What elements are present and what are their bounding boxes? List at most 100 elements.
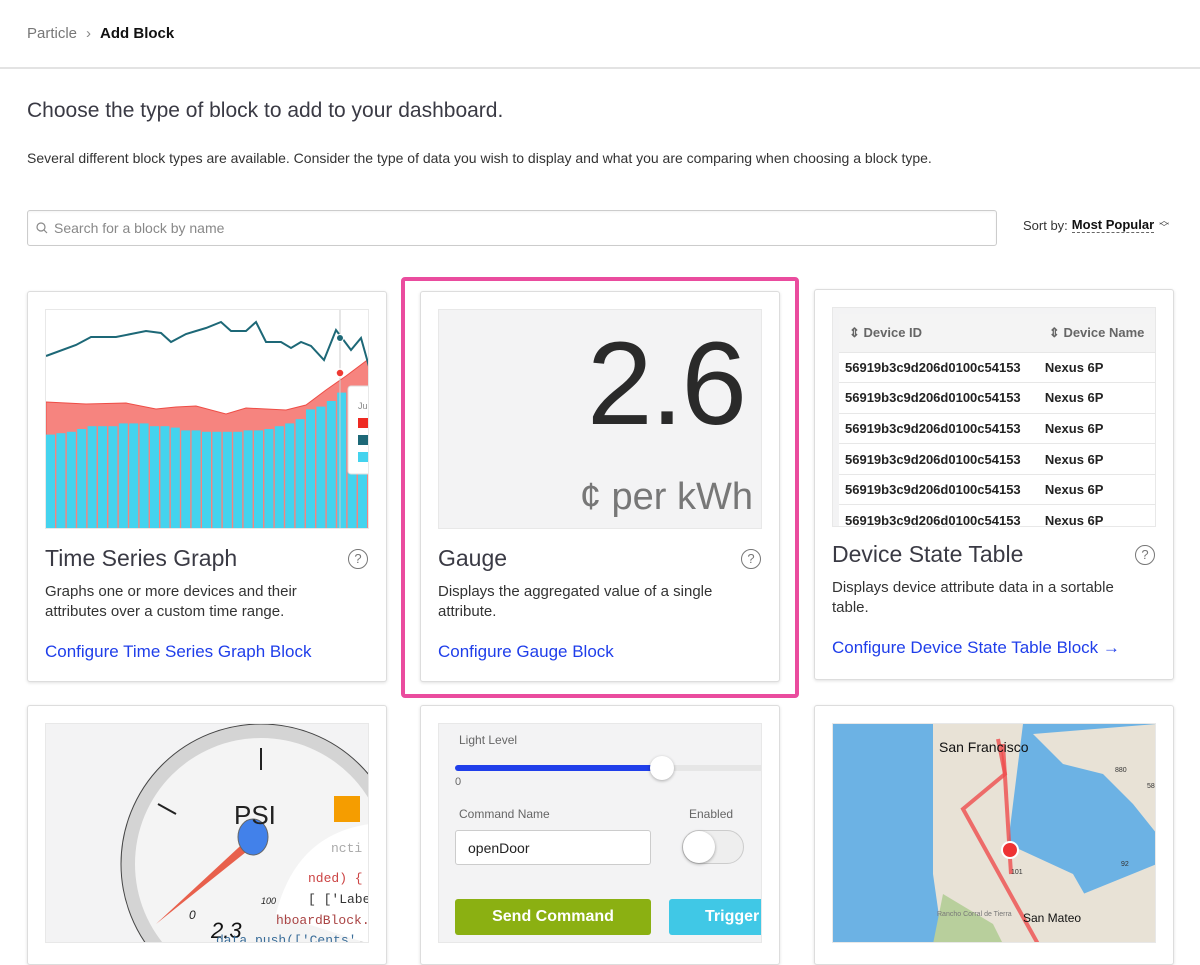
column-device-id[interactable]: ⇕ Device ID [839, 314, 1039, 352]
card-description: Graphs one or more devices and their att… [45, 583, 297, 620]
card-title: Device State Table [832, 541, 1024, 567]
code-line: [ ['Label [308, 892, 369, 907]
controls-preview: Light Level 0 Command Name openDoor Enab… [438, 723, 762, 943]
table-row: 56919b3c9d206d0100c54153 Nexus 6P [839, 504, 1155, 526]
table-row: 56919b3c9d206d0100c54153 Nexus 6P [839, 443, 1155, 475]
search-icon [36, 222, 48, 234]
preview-bar [264, 429, 274, 528]
device-table-preview: ⇕ Device ID ⇕ Device Name 56919b3c9d206d0… [832, 307, 1156, 527]
preview-bar [77, 429, 87, 528]
slider-label: Light Level [459, 733, 518, 747]
card-controls[interactable]: Light Level 0 Command Name openDoor Enab… [420, 705, 780, 965]
highway-label: 92 [1121, 861, 1129, 868]
code-line: ncti [331, 841, 362, 856]
help-icon[interactable]: ? [348, 549, 368, 569]
card-description: Displays device attribute data in a sort… [832, 579, 1114, 616]
time-series-preview: Ju [45, 309, 369, 529]
card-title: Time Series Graph [45, 545, 238, 571]
device-id-cell: 56919b3c9d206d0100c54153 [839, 473, 1039, 505]
command-name-input[interactable]: openDoor [455, 830, 651, 865]
device-name-cell: Nexus 6P [1038, 443, 1155, 475]
device-name-cell: Nexus 6P [1038, 504, 1155, 526]
card-device-state-table[interactable]: ⇕ Device ID ⇕ Device Name 56919b3c9d206d0… [814, 289, 1174, 680]
map-label: Rancho Corral de Tierra [937, 911, 1012, 918]
light-level-slider[interactable] [455, 756, 761, 780]
help-icon[interactable]: ? [1135, 545, 1155, 565]
preview-bar [98, 426, 107, 528]
code-line: data.push(['Cents' [216, 933, 356, 943]
column-device-name[interactable]: ⇕ Device Name [1038, 314, 1155, 352]
preview-bar [202, 431, 211, 528]
card-time-series-graph[interactable]: Ju Time Series Graph ? Graphs one or mor… [27, 291, 387, 682]
highway-label: 101 [1011, 869, 1023, 876]
slider-handle[interactable] [650, 756, 674, 780]
map-label: San Francisco [939, 739, 1029, 755]
breadcrumb-current: Add Block [100, 25, 175, 42]
preview-bar [66, 431, 76, 528]
table-row: 56919b3c9d206d0100c54153 Nexus 6P [839, 382, 1155, 414]
enabled-label: Enabled [689, 807, 734, 821]
map-label: San Mateo [1023, 911, 1081, 925]
device-id-cell: 56919b3c9d206d0100c54153 [839, 412, 1039, 444]
psi-gauge-image: PSI 0 100 2.3 ncti nded) { [ ['Label hbo… [120, 724, 369, 943]
map-preview: San Francisco San Mateo Rancho Corral de… [832, 723, 1156, 943]
slider-min: 0 [455, 776, 462, 788]
sort-value[interactable]: Most Popular [1071, 217, 1155, 233]
device-name-cell: Nexus 6P [1038, 351, 1155, 383]
preview-bar [222, 431, 232, 528]
breadcrumb-root-link[interactable]: Particle [27, 25, 77, 42]
preview-bar [254, 430, 263, 528]
intro-text: Several different block types are availa… [27, 150, 932, 166]
preview-bar [118, 423, 128, 528]
time-series-preview-image: Ju [46, 310, 368, 528]
configure-time-series-link[interactable]: Configure Time Series Graph Block [45, 642, 311, 662]
psi-label: PSI [234, 800, 276, 830]
preview-bar [181, 430, 191, 528]
preview-bar [87, 426, 97, 528]
trigger-button[interactable]: Trigger W [669, 899, 761, 935]
code-line: nded) { [308, 871, 363, 886]
preview-bar [160, 426, 170, 528]
card-psi-gauge[interactable]: PSI 0 100 2.3 ncti nded) { [ ['Label hbo… [27, 705, 387, 965]
tooltip-text: Ju [358, 401, 368, 411]
enabled-toggle[interactable] [682, 830, 744, 864]
preview-bar [108, 426, 118, 528]
highway-label: 580 [1147, 783, 1156, 790]
sort-chevron-icon: ︿ ﹀ [1159, 216, 1170, 234]
psi-tick: 100 [261, 896, 276, 906]
preview-bar [285, 423, 295, 528]
device-name-cell: Nexus 6P [1038, 412, 1155, 444]
preview-bar [191, 430, 201, 528]
search-input[interactable]: Search for a block by name [27, 210, 997, 246]
map-image: San Francisco San Mateo Rancho Corral de… [933, 724, 1156, 942]
psi-gauge-preview: PSI 0 100 2.3 ncti nded) { [ ['Label hbo… [45, 723, 369, 943]
sort-label: Sort by: [1023, 217, 1068, 233]
search-placeholder: Search for a block by name [54, 220, 225, 236]
table-row: 56919b3c9d206d0100c54153 Nexus 6P [839, 412, 1155, 444]
psi-min: 0 [189, 908, 196, 922]
preview-bar [243, 430, 253, 528]
preview-bar [170, 427, 180, 528]
code-line: hboardBlock.in [276, 913, 369, 928]
card-map[interactable]: San Francisco San Mateo Rancho Corral de… [814, 705, 1174, 965]
selected-card-highlight [401, 277, 799, 698]
device-id-cell: 56919b3c9d206d0100c54153 [839, 504, 1039, 526]
highway-label: 880 [1115, 767, 1127, 774]
breadcrumb: Particle › Add Block [0, 0, 1200, 69]
device-id-cell: 56919b3c9d206d0100c54153 [839, 351, 1039, 383]
sort-control[interactable]: Sort by: Most Popular ︿ ﹀ [1023, 216, 1170, 234]
send-command-button[interactable]: Send Command [455, 899, 651, 935]
preview-bar [56, 433, 66, 528]
page-title: Choose the type of block to add to your … [27, 99, 504, 122]
preview-bar [337, 392, 347, 528]
preview-bar [326, 401, 336, 528]
device-name-cell: Nexus 6P [1038, 473, 1155, 505]
table-row: 56919b3c9d206d0100c54153 Nexus 6P [839, 351, 1155, 383]
preview-bar [274, 426, 284, 528]
preview-bar [295, 419, 305, 528]
table-row: 56919b3c9d206d0100c54153 Nexus 6P [839, 473, 1155, 505]
preview-bar [139, 423, 149, 528]
configure-device-table-link[interactable]: Configure Device State Table Block → [832, 638, 1120, 658]
preview-bar [150, 426, 159, 528]
preview-bar [233, 431, 243, 528]
